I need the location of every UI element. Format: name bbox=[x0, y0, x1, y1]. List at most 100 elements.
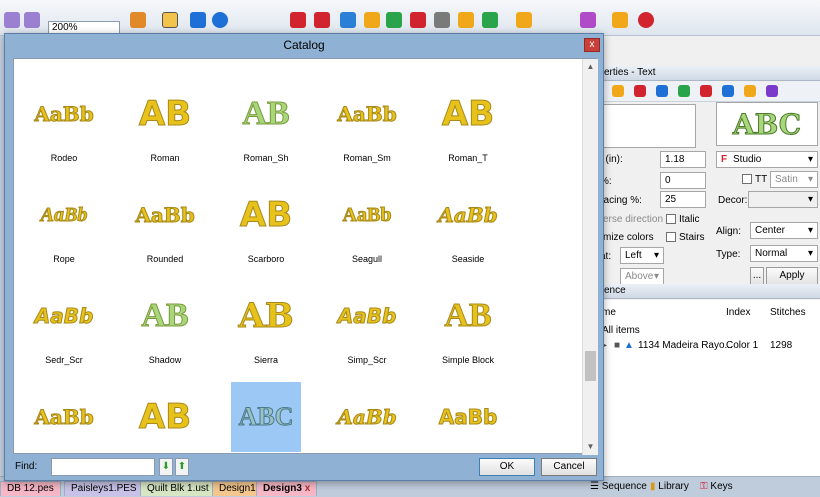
sequence-panel-tab[interactable]: ☰ Sequence bbox=[590, 480, 647, 494]
back-arrow-icon[interactable] bbox=[4, 12, 20, 28]
main-toolbar: 200% bbox=[0, 0, 820, 36]
sequence-row-name[interactable]: 1134 Madeira Rayo... bbox=[638, 340, 733, 351]
sequence-col-name[interactable]: me bbox=[602, 307, 616, 318]
close-tab-icon[interactable]: x bbox=[305, 483, 311, 494]
wave-icon[interactable] bbox=[678, 85, 690, 97]
crop-icon[interactable] bbox=[612, 12, 628, 28]
check-icon[interactable] bbox=[656, 85, 668, 97]
magic-icon[interactable] bbox=[130, 12, 146, 28]
font-item-name: Rodeo bbox=[50, 153, 78, 163]
sequence-col-index[interactable]: Index bbox=[726, 307, 750, 318]
font-item[interactable]: AB Scarboro bbox=[216, 170, 316, 266]
font-item[interactable]: AaBb Rope bbox=[14, 170, 114, 266]
find-up-icon[interactable]: ⬆ bbox=[175, 458, 189, 476]
font-sample: AaBb bbox=[438, 405, 498, 430]
type-select[interactable]: Normal bbox=[750, 245, 818, 262]
font-item[interactable]: AaBbSwiss bbox=[418, 372, 518, 455]
format-select[interactable]: Left bbox=[620, 247, 664, 264]
scroll-down-icon[interactable]: ▼ bbox=[583, 439, 598, 455]
apply-button[interactable]: Apply bbox=[766, 267, 818, 285]
font-item[interactable]: ABStencil bbox=[115, 372, 215, 455]
lock-small-icon[interactable]: ■ bbox=[614, 340, 620, 351]
shape-icon[interactable] bbox=[364, 12, 380, 28]
font-item[interactable]: ABCStudio bbox=[216, 372, 316, 455]
doc-tab-quilt[interactable]: Quilt Blk 1.ust bbox=[140, 481, 216, 496]
decor-select[interactable] bbox=[748, 191, 818, 208]
button-icon[interactable] bbox=[638, 12, 654, 28]
flower-icon[interactable] bbox=[314, 12, 330, 28]
cone-icon[interactable] bbox=[516, 12, 532, 28]
bubble-icon[interactable] bbox=[744, 85, 756, 97]
doc-tab-label: DB 12.pes bbox=[7, 483, 54, 494]
font-sample: AaBb bbox=[337, 102, 397, 127]
spacing-input[interactable]: 25 bbox=[660, 191, 706, 208]
shirt-icon[interactable] bbox=[700, 85, 712, 97]
close-icon[interactable]: x bbox=[584, 38, 600, 52]
lock-icon[interactable] bbox=[162, 12, 178, 28]
square-icon[interactable] bbox=[190, 12, 206, 28]
above-select[interactable]: Above bbox=[620, 268, 664, 285]
font-item[interactable]: AB Sierra bbox=[216, 271, 316, 367]
font-item[interactable]: AaBb Simp_Scr bbox=[317, 271, 417, 367]
font-item[interactable]: AaBb Seaside bbox=[418, 170, 518, 266]
truetype-label: TT bbox=[755, 174, 768, 185]
align-select[interactable]: Center bbox=[750, 222, 818, 239]
font-sample: AB bbox=[141, 297, 189, 335]
sun-icon[interactable] bbox=[458, 12, 474, 28]
forward-arrow-icon[interactable] bbox=[24, 12, 40, 28]
library-panel-tab[interactable]: ▮ Library bbox=[650, 480, 689, 494]
properties-panel: erties - Text ABC t (in): 1.18 %: 0 paci… bbox=[598, 36, 820, 476]
font-item[interactable]: AaBb Rodeo bbox=[14, 69, 114, 165]
font-item[interactable]: AaBb Rounded bbox=[115, 170, 215, 266]
scroll-up-icon[interactable]: ▲ bbox=[583, 59, 598, 75]
info-icon[interactable] bbox=[212, 12, 228, 28]
find-input[interactable] bbox=[51, 458, 155, 476]
thread-icon[interactable] bbox=[290, 12, 306, 28]
pattern-icon[interactable] bbox=[340, 12, 356, 28]
scroll-thumb[interactable] bbox=[585, 351, 596, 381]
dialog-title: Catalog bbox=[283, 38, 325, 52]
stitch-type-select[interactable]: Satin bbox=[770, 171, 818, 188]
text-entry[interactable] bbox=[602, 104, 696, 148]
doc-tab-db12[interactable]: DB 12.pes bbox=[0, 481, 61, 496]
italic-checkbox[interactable] bbox=[666, 214, 676, 224]
sequence-col-stitches[interactable]: Stitches bbox=[770, 307, 806, 318]
font-item[interactable]: AB Roman_Sh bbox=[216, 69, 316, 165]
stairs-checkbox[interactable] bbox=[666, 232, 676, 242]
fill-icon[interactable] bbox=[612, 85, 624, 97]
doc-tab-paisleys[interactable]: Paisleys1.PES bbox=[64, 481, 144, 496]
sequence-list: me Index Stitches All items ▸ ■ ▲ 1134 M… bbox=[598, 300, 820, 476]
font-select[interactable]: F Studio bbox=[716, 151, 818, 168]
scissors-icon[interactable] bbox=[434, 12, 450, 28]
keys-panel-tab[interactable]: ⚿ Keys bbox=[700, 480, 733, 494]
type-label: Type: bbox=[716, 249, 741, 260]
font-item[interactable]: AaBb Sedr_Scr bbox=[14, 271, 114, 367]
leaf-icon[interactable] bbox=[482, 12, 498, 28]
font-item[interactable]: AB Roman_T bbox=[418, 69, 518, 165]
find-down-icon[interactable]: ⬇ bbox=[159, 458, 173, 476]
font-item[interactable]: AB Shadow bbox=[115, 271, 215, 367]
percent-input[interactable]: 0 bbox=[660, 172, 706, 189]
outline-icon[interactable] bbox=[634, 85, 646, 97]
grid-icon[interactable] bbox=[766, 85, 778, 97]
truetype-checkbox[interactable] bbox=[742, 174, 752, 184]
font-item[interactable]: AaBbStuyvest bbox=[317, 372, 417, 455]
ok-button[interactable]: OK bbox=[479, 458, 535, 476]
font-item[interactable]: AB Roman bbox=[115, 69, 215, 165]
more-button[interactable]: ... bbox=[750, 267, 764, 285]
gear-icon[interactable] bbox=[722, 85, 734, 97]
font-item[interactable]: AB Simple Block bbox=[418, 271, 518, 367]
font-item[interactable]: AaBb Roman_Sm bbox=[317, 69, 417, 165]
height-input[interactable]: 1.18 bbox=[660, 151, 706, 168]
font-item[interactable]: AaBbSouvenir bbox=[14, 372, 114, 455]
doc-tab-design3[interactable]: Design3 x bbox=[256, 481, 318, 496]
font-item[interactable]: AaBb Seagull bbox=[317, 170, 417, 266]
cancel-button[interactable]: Cancel bbox=[541, 458, 597, 476]
star-icon[interactable] bbox=[386, 12, 402, 28]
starburst-icon[interactable] bbox=[580, 12, 596, 28]
find-label: Find: bbox=[15, 461, 38, 472]
sequence-all-items[interactable]: All items bbox=[602, 325, 640, 336]
font-item-name: Simple Block bbox=[441, 355, 495, 365]
tool-icon[interactable] bbox=[410, 12, 426, 28]
vertical-scrollbar[interactable]: ▲ ▼ bbox=[582, 59, 598, 455]
